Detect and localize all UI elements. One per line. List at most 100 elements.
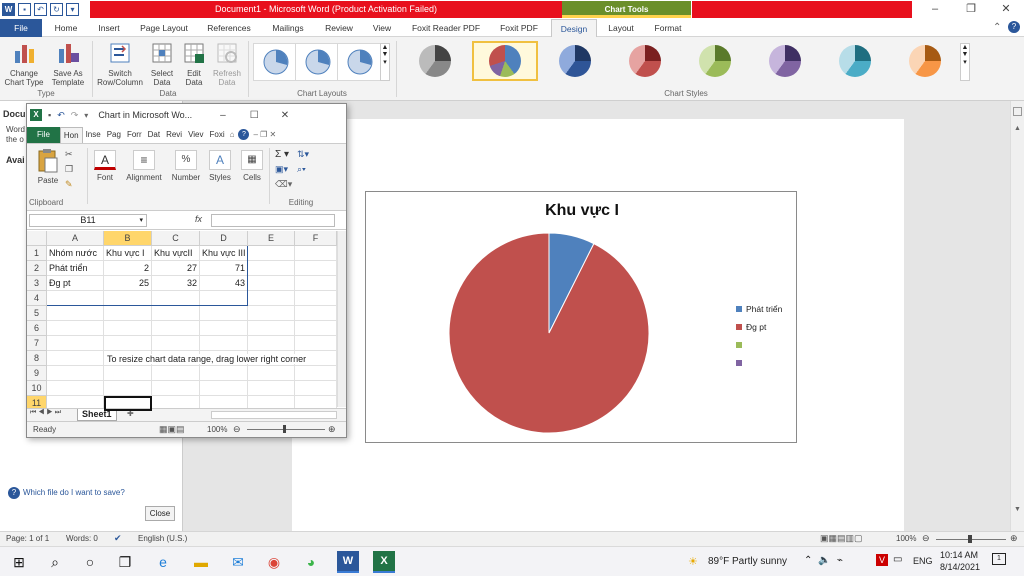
table-cell[interactable] — [104, 306, 152, 321]
layouts-more-icon[interactable]: ▲ ▼ ▾ — [380, 43, 390, 81]
minimize-icon[interactable]: – — [220, 110, 226, 121]
table-cell[interactable]: Khu vực I — [104, 246, 152, 261]
styles-button[interactable]: A Styles — [205, 150, 235, 182]
proofing-icon[interactable]: ✔ — [114, 533, 122, 544]
table-cell[interactable] — [295, 321, 337, 336]
excel-vertical-scrollbar[interactable] — [337, 231, 346, 407]
table-cell[interactable] — [47, 321, 104, 336]
sheet-nav-icon[interactable]: ⏮◀▶⏭ — [30, 409, 63, 417]
table-cell[interactable] — [152, 336, 200, 351]
table-cell[interactable] — [152, 321, 200, 336]
edit-data-button[interactable]: Edit Data — [179, 41, 209, 87]
redo-icon[interactable]: ↷ — [71, 110, 79, 121]
coc-coc-icon[interactable]: ◕ — [300, 551, 322, 573]
table-cell[interactable] — [47, 381, 104, 396]
table-cell[interactable] — [295, 306, 337, 321]
table-cell[interactable] — [295, 366, 337, 381]
change-chart-type-button[interactable]: Change Chart Type — [4, 41, 44, 87]
chart-style-8[interactable] — [892, 41, 958, 81]
table-cell[interactable]: Đg pt — [47, 276, 104, 291]
which-file-link[interactable]: Which file do I want to save? — [23, 488, 125, 497]
scroll-down-icon[interactable]: ▼ — [1014, 506, 1021, 513]
status-language[interactable]: English (U.S.) — [138, 534, 187, 543]
collapse-ribbon-icon[interactable]: ⌃ — [993, 22, 1001, 33]
column-header-d[interactable]: D — [200, 231, 248, 246]
zoom-out-icon[interactable]: ⊖ — [922, 533, 930, 544]
clock-date[interactable]: 8/14/2021 — [940, 562, 980, 572]
table-cell[interactable] — [200, 306, 248, 321]
window-controls-icon[interactable]: – ❐ ✕ — [253, 130, 276, 139]
redo-icon[interactable]: ↻ — [50, 3, 63, 16]
column-header-a[interactable]: A — [47, 231, 104, 246]
word-taskbar-icon[interactable]: W — [337, 551, 359, 573]
table-cell[interactable] — [152, 291, 200, 306]
table-cell[interactable] — [200, 291, 248, 306]
chart-style-1[interactable] — [402, 41, 468, 81]
table-cell[interactable]: Phát triển — [47, 261, 104, 276]
tab-mailings[interactable]: Mailings — [264, 19, 312, 37]
clock-time[interactable]: 10:14 AM — [940, 550, 978, 560]
weather-text[interactable]: 89°F Partly sunny — [708, 556, 787, 567]
tab-format[interactable]: Format — [646, 19, 690, 37]
table-cell[interactable] — [200, 321, 248, 336]
row-header-4[interactable]: 4 — [27, 291, 47, 306]
sort-filter-icon[interactable]: ⇅▾ — [297, 149, 309, 160]
save-icon[interactable]: ▪ — [48, 110, 51, 120]
alignment-button[interactable]: ≡ Alignment — [123, 150, 165, 182]
save-icon[interactable]: ▪ — [18, 3, 31, 16]
search-icon[interactable]: ⌕ — [44, 551, 66, 573]
tab-design[interactable]: Design — [551, 19, 597, 37]
cells-button[interactable]: ▦ Cells — [239, 150, 265, 182]
language-indicator[interactable]: ENG — [913, 556, 933, 566]
table-cell[interactable] — [295, 381, 337, 396]
format-painter-icon[interactable]: ✎ — [65, 179, 73, 190]
chart-style-2[interactable] — [472, 41, 538, 81]
clear-icon[interactable]: ⌫▾ — [275, 179, 292, 190]
row-header-8[interactable]: 8 — [27, 351, 47, 366]
tab-insert[interactable]: Inse — [83, 127, 104, 143]
zoom-thumb[interactable] — [283, 425, 286, 433]
tab-page-layout[interactable]: Pag — [104, 127, 124, 143]
table-cell[interactable] — [295, 291, 337, 306]
table-cell[interactable]: 43 — [200, 276, 248, 291]
undo-icon[interactable]: ↶ — [57, 110, 65, 121]
table-cell[interactable] — [248, 276, 295, 291]
status-words[interactable]: Words: 0 — [66, 534, 98, 543]
tab-view[interactable]: Viev — [185, 127, 206, 143]
table-cell[interactable] — [104, 336, 152, 351]
table-cell[interactable] — [248, 381, 295, 396]
table-cell[interactable] — [47, 351, 104, 366]
tab-foxit[interactable]: Foxi — [207, 127, 228, 143]
fx-label[interactable]: fx — [195, 214, 202, 224]
customize-icon[interactable]: ▾ — [66, 3, 79, 16]
vertical-scrollbar[interactable]: ▲ ▼ — [1010, 101, 1024, 531]
chart-style-3[interactable] — [542, 41, 608, 81]
excel-window[interactable]: X ▪ ↶ ↷ ▾ Chart in Microsoft Wo... – ☐ ✕… — [26, 103, 347, 438]
tab-file[interactable]: File — [0, 19, 42, 37]
save-as-template-button[interactable]: Save As Template — [48, 41, 88, 87]
table-cell[interactable] — [248, 306, 295, 321]
zoom-slider[interactable] — [247, 429, 325, 430]
copy-icon[interactable]: ❐ — [65, 164, 73, 175]
help-icon[interactable]: ? — [1008, 21, 1020, 33]
table-cell[interactable] — [152, 306, 200, 321]
horizontal-scrollbar[interactable] — [211, 411, 337, 419]
table-cell[interactable] — [295, 246, 337, 261]
close-icon[interactable]: ✕ — [281, 110, 289, 121]
name-box[interactable]: B11 ▾ — [29, 214, 147, 227]
column-header-e[interactable]: E — [248, 231, 295, 246]
word-app-icon[interactable]: W — [2, 3, 15, 16]
table-cell[interactable]: 32 — [152, 276, 200, 291]
file-explorer-icon[interactable]: ▬ — [190, 551, 212, 573]
view-buttons-icon[interactable]: ▣▦▤▥▢ — [820, 533, 863, 544]
restore-icon[interactable]: ❐ — [953, 0, 989, 19]
autosum-icon[interactable]: Σ ▾ — [275, 149, 289, 160]
network-icon[interactable]: ▭ — [893, 554, 902, 565]
status-page[interactable]: Page: 1 of 1 — [6, 534, 49, 543]
table-cell[interactable] — [104, 321, 152, 336]
row-header-7[interactable]: 7 — [27, 336, 47, 351]
select-all-corner[interactable] — [27, 231, 47, 246]
table-cell[interactable] — [248, 336, 295, 351]
cut-icon[interactable]: ✂ — [65, 149, 73, 160]
pie-chart[interactable]: Khu vực I Phát triển Đg pt — [365, 191, 797, 443]
